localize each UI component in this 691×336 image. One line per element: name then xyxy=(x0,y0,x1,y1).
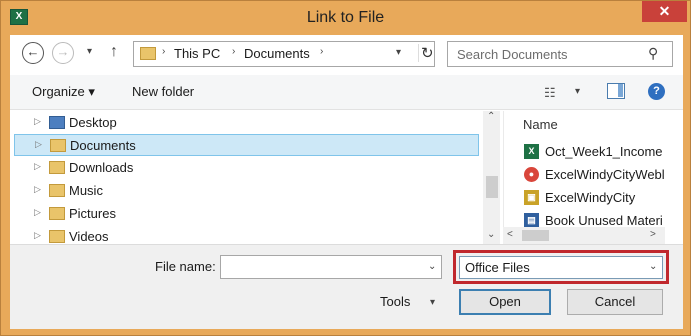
chrome-file-icon: ● xyxy=(524,167,539,182)
new-folder-button[interactable]: New folder xyxy=(132,84,194,99)
chevron-down-icon[interactable]: ⌄ xyxy=(649,261,657,272)
file-name: Oct_Week1_Income xyxy=(545,144,663,159)
tree-item-videos[interactable]: ▷ Videos xyxy=(14,226,479,244)
file-name: ExcelWindyCityWebl xyxy=(545,167,665,182)
open-button[interactable]: Open xyxy=(459,289,551,315)
breadcrumb-separator[interactable]: › xyxy=(320,46,323,57)
videos-folder-icon xyxy=(49,230,65,243)
column-header-name[interactable]: Name xyxy=(523,117,558,132)
preview-pane-icon[interactable] xyxy=(607,83,625,99)
search-icon[interactable]: ⚲ xyxy=(648,45,658,62)
breadcrumb-documents[interactable]: Documents xyxy=(244,46,310,61)
close-button[interactable]: ✕ xyxy=(642,1,687,22)
document-file-icon: ▤ xyxy=(524,213,539,228)
expand-arrow-icon[interactable]: ▷ xyxy=(34,116,41,127)
scroll-up-icon[interactable]: ⌃ xyxy=(487,111,495,122)
scroll-down-icon[interactable]: ⌄ xyxy=(487,229,495,240)
tree-item-label: Documents xyxy=(70,138,136,153)
file-list-pane: Name X Oct_Week1_Income ● ExcelWindyCity… xyxy=(503,111,683,244)
breadcrumb-separator[interactable]: › xyxy=(162,46,165,57)
tree-item-label: Music xyxy=(69,183,103,198)
file-type-filter-select[interactable]: Office Files ⌄ xyxy=(459,256,663,279)
file-name-input[interactable]: ⌄ xyxy=(220,255,442,279)
folder-file-icon: ▣ xyxy=(524,190,539,205)
file-name: Book Unused Materi xyxy=(545,213,663,228)
file-name: ExcelWindyCity xyxy=(545,190,636,205)
excel-file-icon: X xyxy=(524,144,539,159)
scroll-right-icon[interactable]: > xyxy=(650,229,656,240)
forward-button[interactable]: → xyxy=(52,42,74,64)
expand-arrow-icon[interactable]: ▷ xyxy=(35,139,42,150)
tree-item-label: Pictures xyxy=(69,206,116,221)
folder-icon xyxy=(140,47,156,60)
expand-arrow-icon[interactable]: ▷ xyxy=(34,207,41,218)
music-folder-icon xyxy=(49,184,65,197)
scroll-thumb[interactable] xyxy=(522,230,549,241)
help-icon[interactable]: ? xyxy=(648,83,665,100)
tree-item-desktop[interactable]: ▷ Desktop xyxy=(14,112,479,134)
dialog-body: ← → ▾ ↑ › This PC › Documents › ▾ ↻ Sear… xyxy=(10,35,683,329)
address-row: ← → ▾ ↑ › This PC › Documents › ▾ ↻ Sear… xyxy=(10,35,683,75)
breadcrumb-separator[interactable]: › xyxy=(232,46,235,57)
breadcrumb-this-pc[interactable]: This PC xyxy=(174,46,220,61)
file-list-item[interactable]: ▣ ExcelWindyCity xyxy=(524,188,674,208)
address-bar[interactable]: › This PC › Documents › ▾ ↻ xyxy=(133,41,435,67)
up-folder-button[interactable]: ↑ xyxy=(110,43,118,61)
tree-item-pictures[interactable]: ▷ Pictures xyxy=(14,203,479,225)
tree-item-documents[interactable]: ▷ Documents xyxy=(14,134,479,156)
cancel-button[interactable]: Cancel xyxy=(567,289,663,315)
tree-item-label: Desktop xyxy=(69,115,117,130)
desktop-folder-icon xyxy=(49,116,65,129)
command-toolbar: Organize ▾ New folder ☷ ▾ ? xyxy=(10,75,683,110)
organize-button[interactable]: Organize ▾ xyxy=(32,84,95,100)
search-input[interactable]: Search Documents ⚲ xyxy=(447,41,673,67)
view-options-dropdown[interactable]: ▾ xyxy=(575,86,580,97)
change-view-icon[interactable]: ☷ xyxy=(544,85,556,101)
file-list-hscrollbar[interactable]: < > xyxy=(503,227,665,244)
expand-arrow-icon[interactable]: ▷ xyxy=(34,230,41,241)
expand-arrow-icon[interactable]: ▷ xyxy=(34,161,41,172)
tools-button[interactable]: Tools xyxy=(380,294,410,309)
pictures-folder-icon xyxy=(49,207,65,220)
recent-locations-dropdown[interactable]: ▾ xyxy=(87,46,92,57)
tools-dropdown-icon[interactable]: ▾ xyxy=(430,297,435,308)
navigation-scrollbar[interactable]: ⌃ ⌄ xyxy=(483,111,500,244)
scroll-left-icon[interactable]: < xyxy=(507,229,513,240)
dialog-title: Link to File xyxy=(306,9,385,26)
documents-folder-icon xyxy=(50,139,66,152)
tree-item-downloads[interactable]: ▷ Downloads xyxy=(14,157,479,179)
expand-arrow-icon[interactable]: ▷ xyxy=(34,184,41,195)
downloads-folder-icon xyxy=(49,161,65,174)
file-name-label: File name: xyxy=(155,259,216,274)
navigation-pane: ▷ Desktop ▷ Documents ▷ Downloads ▷ Musi… xyxy=(10,111,503,244)
refresh-icon[interactable]: ↻ xyxy=(418,44,436,62)
tree-item-label: Videos xyxy=(69,229,109,244)
tree-item-label: Downloads xyxy=(69,160,134,175)
scroll-thumb[interactable] xyxy=(486,176,498,198)
search-placeholder: Search Documents xyxy=(457,47,568,62)
file-name-dropdown[interactable]: ⌄ xyxy=(428,261,436,272)
address-history-dropdown[interactable]: ▾ xyxy=(396,47,401,58)
file-type-filter-value: Office Files xyxy=(465,260,530,275)
dialog-footer: File name: ⌄ Office Files ⌄ Tools ▾ Open… xyxy=(10,244,683,329)
link-to-file-dialog: X Link to File ✕ ← → ▾ ↑ › This PC › Doc… xyxy=(0,0,691,336)
title-bar[interactable]: X Link to File ✕ xyxy=(1,1,690,35)
file-list-item[interactable]: ● ExcelWindyCityWebl xyxy=(524,165,674,185)
file-list-item[interactable]: X Oct_Week1_Income xyxy=(524,142,674,162)
back-button[interactable]: ← xyxy=(22,42,44,64)
tree-item-music[interactable]: ▷ Music xyxy=(14,180,479,202)
